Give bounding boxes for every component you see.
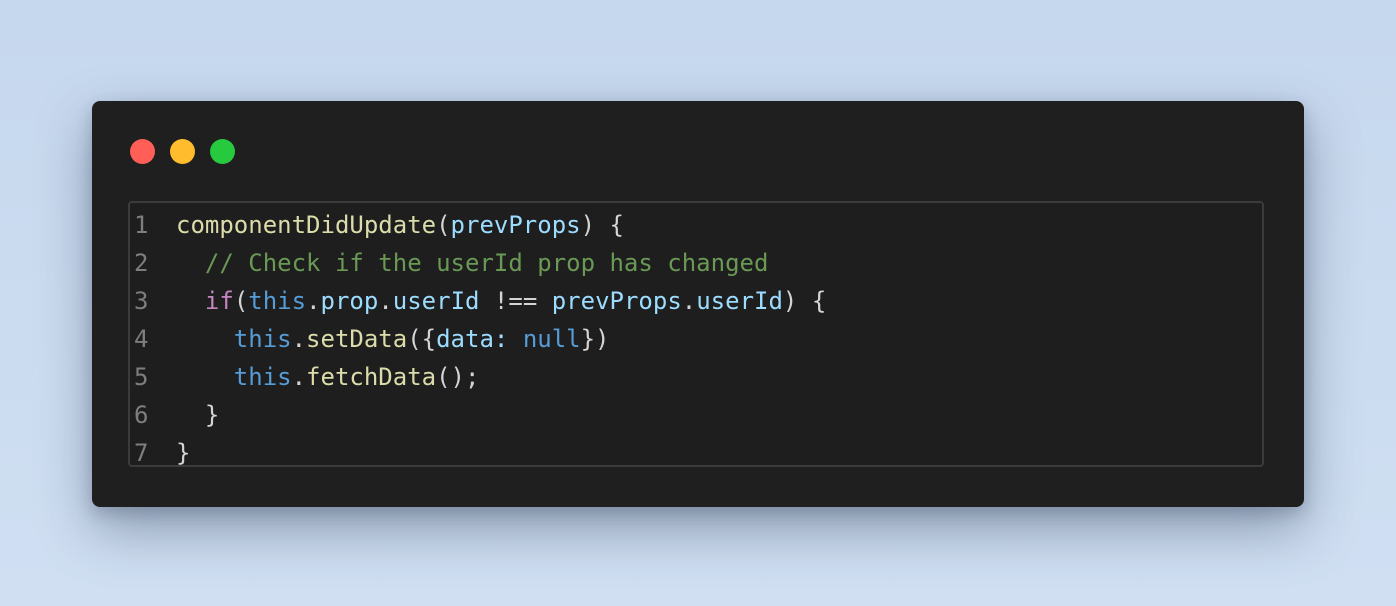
code-line: 7} — [130, 434, 1262, 472]
line-number: 6 — [134, 401, 149, 429]
code-token-plain: . — [306, 287, 321, 315]
code-text: this.fetchData(); — [164, 358, 480, 396]
code-token-variable: prop — [320, 287, 379, 315]
code-token-plain: } — [176, 401, 220, 429]
code-token-keyword: this — [233, 363, 292, 391]
code-token-keyword: this — [248, 287, 307, 315]
code-token-plain: }) — [580, 325, 610, 353]
code-token-plain: ) { — [580, 211, 624, 239]
code-text: // Check if the userId prop has changed — [164, 244, 769, 282]
code-token-variable: prevProps — [450, 211, 581, 239]
code-token-function: setData — [306, 325, 408, 353]
code-text: } — [164, 396, 219, 434]
code-token-plain: ( — [233, 287, 249, 315]
code-window: 1 componentDidUpdate(prevProps) {2 // Che… — [92, 101, 1304, 507]
code-token-variable: data — [436, 325, 494, 353]
close-dot-icon[interactable] — [130, 139, 155, 164]
code-token-plain: !== — [479, 287, 552, 315]
code-editor[interactable]: 1 componentDidUpdate(prevProps) {2 // Che… — [128, 201, 1264, 467]
code-line: 1 componentDidUpdate(prevProps) { — [130, 206, 1262, 244]
code-token-plain: ) { — [782, 287, 827, 315]
minimize-dot-icon[interactable] — [170, 139, 195, 164]
line-number: 4 — [134, 325, 149, 353]
code-line: 5 this.fetchData(); — [130, 358, 1262, 396]
code-token-function: componentDidUpdate — [176, 211, 437, 239]
code-token-plain: . — [291, 363, 307, 391]
code-token-control: if — [204, 287, 234, 315]
code-text: } — [164, 434, 190, 472]
code-line: 6 } — [130, 396, 1262, 434]
code-token-comment: // Check if the userId prop has changed — [204, 249, 769, 277]
maximize-dot-icon[interactable] — [210, 139, 235, 164]
line-number: 7 — [134, 439, 149, 467]
code-line: 3 if(this.prop.userId !== prevProps.user… — [130, 282, 1262, 320]
code-token-plain: . — [291, 325, 307, 353]
code-token-plain: ( — [436, 211, 451, 239]
code-token-plain: } — [176, 439, 191, 467]
code-token-function: fetchData — [306, 363, 437, 391]
code-token-variable: userId — [392, 287, 480, 315]
code-token-plain: . — [378, 287, 393, 315]
code-token-plain: ({ — [407, 325, 437, 353]
code-text: componentDidUpdate(prevProps) { — [164, 206, 624, 244]
window-controls — [130, 139, 235, 164]
code-text: this.setData({data: null}) — [164, 320, 610, 358]
code-token-keyword: this — [233, 325, 292, 353]
line-number: 3 — [134, 287, 149, 315]
line-number: 2 — [134, 249, 149, 277]
code-line: 4 this.setData({data: null}) — [130, 320, 1262, 358]
line-number: 5 — [134, 363, 149, 391]
code-line: 2 // Check if the userId prop has change… — [130, 244, 1262, 282]
code-token-variable: prevProps — [551, 287, 682, 315]
code-token-variable: : — [493, 325, 523, 353]
code-token-variable: userId — [696, 287, 783, 315]
code-token-keyword: null — [522, 325, 581, 353]
line-number: 1 — [134, 211, 149, 239]
code-token-plain: (); — [436, 363, 480, 391]
code-token-plain: . — [681, 287, 697, 315]
code-text: if(this.prop.userId !== prevProps.userId… — [164, 282, 826, 320]
